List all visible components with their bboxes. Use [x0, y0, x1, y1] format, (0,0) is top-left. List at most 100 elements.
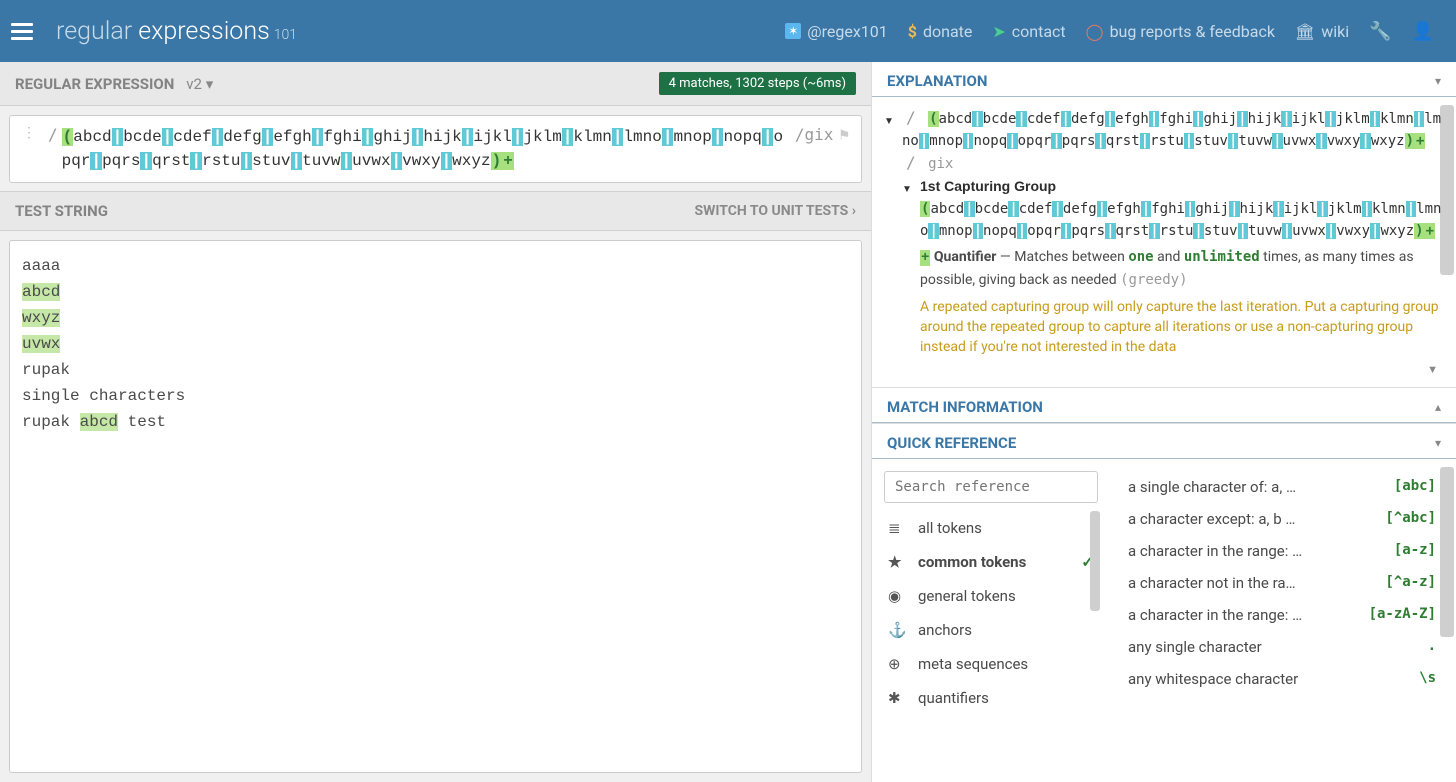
regex-pattern[interactable]: (abcd|bcde|cdef|defg|efgh|fghi|ghij|hijk…	[62, 125, 787, 173]
alternation-token: |	[1140, 133, 1150, 149]
quickref-item[interactable]: any single character.	[1128, 631, 1452, 663]
literal-token: abcd	[73, 128, 111, 146]
quickref-search-input[interactable]	[884, 471, 1098, 503]
alternation-token: |	[1325, 111, 1335, 127]
literal-token: stuv	[1204, 223, 1238, 239]
match-info-title: MATCH INFORMATION	[887, 398, 1043, 416]
literal-token: uvwx	[352, 152, 390, 170]
settings-button[interactable]: 🔧	[1359, 13, 1401, 50]
literal-token: abcd	[930, 201, 964, 217]
literal-token: tuvw	[1248, 223, 1282, 239]
alternation-token: |	[1061, 223, 1071, 239]
category-icon: ✱	[888, 689, 906, 707]
twitter-icon: ✶	[785, 23, 801, 39]
collapse-icon[interactable]: ▼	[902, 179, 912, 201]
literal-token: opqr	[1027, 223, 1061, 239]
category-icon: ⊕	[888, 655, 906, 673]
alternation-token: |	[1052, 201, 1062, 217]
group-paren: )	[491, 152, 503, 170]
alternation-token: |	[1095, 133, 1105, 149]
item-code: [a-z]	[1394, 542, 1436, 560]
collapse-quickref[interactable]: ▾	[1435, 436, 1441, 450]
quickref-category[interactable]: ⊕ meta sequences	[884, 647, 1098, 681]
match-count-badge: 4 matches, 1302 steps (~6ms)	[659, 72, 856, 95]
literal-token: hijk	[1248, 111, 1282, 127]
literal-token: jklm	[1336, 111, 1370, 127]
quickref-item[interactable]: a character in the range: a-z[a-z]	[1128, 535, 1452, 567]
alternation-token: |	[412, 128, 424, 146]
category-icon: ★	[888, 553, 906, 571]
regex-flags[interactable]: /gix⚑	[795, 125, 849, 144]
quickref-category[interactable]: ≣all tokens	[884, 511, 1098, 545]
category-label: meta sequences	[918, 655, 1028, 673]
alternation-token: |	[241, 152, 253, 170]
explanation-title: EXPLANATION	[887, 72, 987, 90]
item-desc: any single character	[1128, 638, 1262, 656]
match-highlight: abcd	[80, 413, 118, 431]
literal-token: uvwx	[1292, 223, 1326, 239]
nav-wiki[interactable]: 🏛wiki	[1285, 14, 1359, 49]
alternation-token: |	[1370, 223, 1380, 239]
nav-bugs[interactable]: ◯bug reports & feedback	[1076, 14, 1285, 49]
alternation-token: |	[1326, 223, 1336, 239]
literal-token: nopq	[983, 223, 1017, 239]
drag-handle-icon[interactable]: ⋮	[22, 125, 36, 141]
quickref-item[interactable]: a character not in the range: a-z[^a-z]	[1128, 567, 1452, 599]
nav-twitter[interactable]: ✶@regex101	[775, 14, 898, 49]
quickref-item[interactable]: any whitespace character\s	[1128, 663, 1452, 695]
warning-text: A repeated capturing group will only cap…	[920, 297, 1444, 357]
nav-donate[interactable]: $donate	[898, 14, 983, 49]
scroll-down-icon[interactable]: ▼	[1427, 359, 1438, 381]
alternation-token: |	[1238, 223, 1248, 239]
group-paren: (	[62, 128, 74, 146]
literal-token: efgh	[1107, 201, 1141, 217]
collapse-icon[interactable]: ▼	[884, 111, 894, 133]
item-desc: a character not in the range: a-z	[1128, 574, 1303, 592]
quickref-item[interactable]: a single character of: a, b or c[abc]	[1128, 471, 1452, 503]
regex-title: REGULAR EXPRESSION	[15, 75, 174, 93]
literal-token: nopq	[973, 133, 1007, 149]
test-string-input[interactable]: aaaaabcdwxyzuvwxrupaksingle charactersru…	[9, 240, 862, 773]
match-info-header: MATCH INFORMATION ▴	[872, 388, 1456, 423]
menu-button[interactable]	[0, 0, 44, 62]
switch-unit-tests[interactable]: SWITCH TO UNIT TESTS ›	[694, 203, 856, 219]
alternation-token: |	[1360, 133, 1370, 149]
alternation-token: |	[919, 133, 929, 149]
item-desc: any whitespace character	[1128, 670, 1298, 688]
alternation-token: |	[1272, 133, 1282, 149]
item-code: [a-zA-Z]	[1369, 606, 1436, 624]
scrollbar[interactable]	[1090, 511, 1100, 611]
chevron-down-icon: ▾	[206, 75, 214, 93]
test-line: single characters	[22, 383, 849, 409]
alternation-token: |	[140, 152, 152, 170]
collapse-explanation[interactable]: ▾	[1435, 74, 1441, 88]
literal-token: stuv	[1194, 133, 1228, 149]
quickref-item[interactable]: a character except: a, b or c[^abc]	[1128, 503, 1452, 535]
send-icon: ➤	[992, 22, 1005, 41]
quickref-category[interactable]: ⚓anchors	[884, 613, 1098, 647]
test-title: TEST STRING	[15, 202, 108, 220]
alternation-token: |	[362, 128, 374, 146]
alternation-token: |	[1061, 111, 1071, 127]
nav-contact[interactable]: ➤contact	[982, 14, 1075, 49]
alternation-token: |	[1406, 201, 1416, 217]
literal-token: qrst	[1116, 223, 1150, 239]
quickref-item[interactable]: a character in the range: a-z or A-Z[a-z…	[1128, 599, 1452, 631]
logo[interactable]: regular expressions101	[56, 17, 297, 46]
quickref-category[interactable]: ✱quantifiers	[884, 681, 1098, 715]
collapse-match-info[interactable]: ▴	[1435, 400, 1441, 414]
quickref-category[interactable]: ★common tokens✓	[884, 545, 1098, 579]
literal-token: ghij	[373, 128, 411, 146]
scrollbar[interactable]	[1440, 467, 1454, 637]
header: regular expressions101 ✶@regex101 $donat…	[0, 0, 1456, 62]
alternation-token: |	[1105, 223, 1115, 239]
alternation-token: |	[441, 152, 453, 170]
version-selector[interactable]: v2 ▾	[186, 75, 213, 93]
quickref-category[interactable]: ◉general tokens	[884, 579, 1098, 613]
user-button[interactable]: 👤	[1402, 13, 1444, 50]
regex-input[interactable]: ⋮ / (abcd|bcde|cdef|defg|efgh|fghi|ghij|…	[9, 115, 862, 183]
alternation-token: |	[964, 201, 974, 217]
alternation-token: |	[1017, 223, 1027, 239]
alternation-token: |	[1051, 133, 1061, 149]
literal-token: vwxy	[402, 152, 440, 170]
